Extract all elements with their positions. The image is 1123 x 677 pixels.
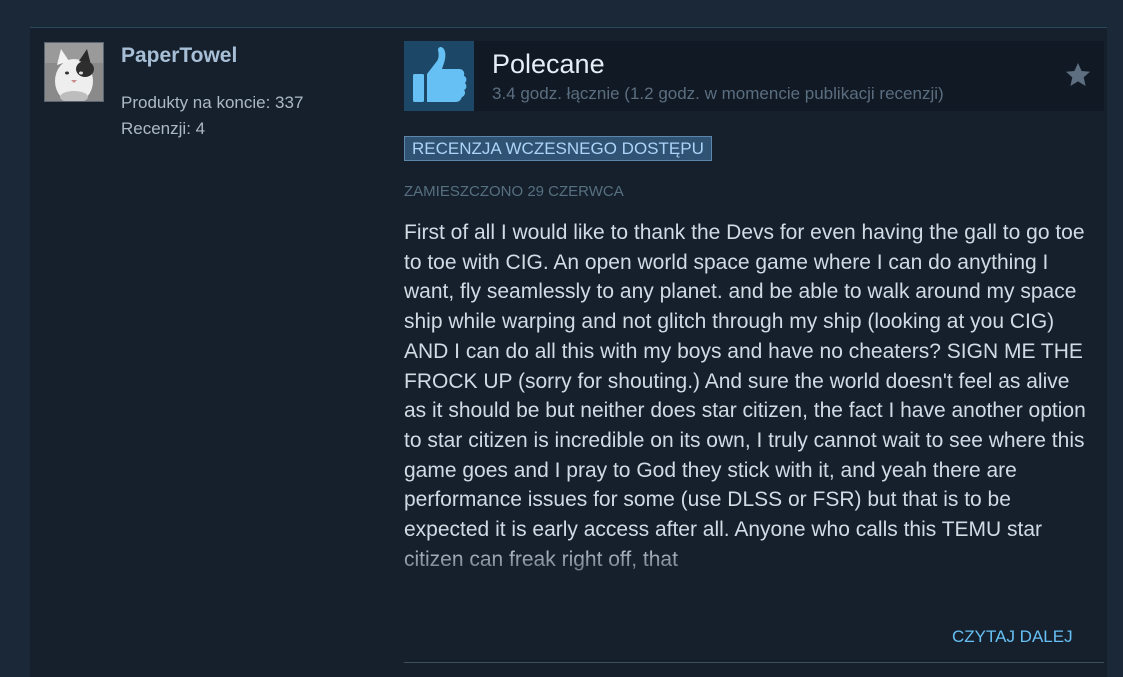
playtime-hours: 3.4 godz. łącznie (1.2 godz. w momencie … bbox=[492, 84, 944, 103]
early-access-badge: RECENZJA WCZESNEGO DOSTĘPU bbox=[404, 136, 712, 161]
review-text: First of all I would like to thank the D… bbox=[404, 221, 1086, 571]
star-icon[interactable] bbox=[1064, 61, 1092, 89]
products-count[interactable]: Produkty na koncie: 337 bbox=[121, 93, 303, 113]
read-more-link[interactable]: CZYTAJ DALEJ bbox=[952, 627, 1073, 647]
review-card: PaperTowel Produkty na koncie: 337 Recen… bbox=[30, 27, 1107, 677]
thumbs-up-icon[interactable] bbox=[404, 41, 474, 111]
author-name[interactable]: PaperTowel bbox=[121, 44, 237, 68]
verdict-header: Polecane 3.4 godz. łącznie (1.2 godz. w … bbox=[404, 41, 1104, 111]
cat-avatar-image bbox=[45, 43, 103, 101]
avatar[interactable] bbox=[44, 42, 104, 102]
divider bbox=[404, 662, 1104, 663]
verdict-title[interactable]: Polecane bbox=[492, 49, 605, 80]
reviews-count[interactable]: Recenzji: 4 bbox=[121, 119, 205, 139]
posted-date: ZAMIESZCZONO 29 CZERWCA bbox=[404, 183, 624, 200]
page: PaperTowel Produkty na koncie: 337 Recen… bbox=[0, 0, 1123, 677]
thumbs-up-glyph bbox=[413, 46, 467, 102]
